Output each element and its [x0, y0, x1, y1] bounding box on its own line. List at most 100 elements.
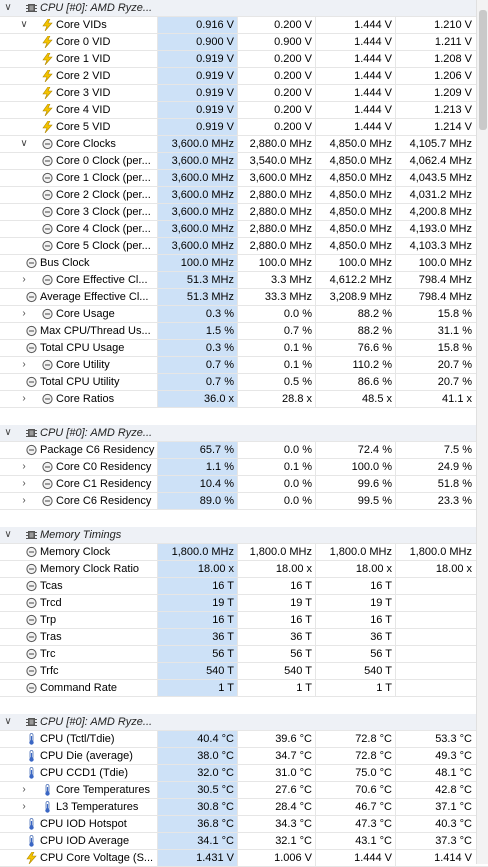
avg-value: [395, 527, 475, 543]
sensor-row[interactable]: › Core Effective Cl... 51.3 MHz 3.3 MHz 4,61…: [0, 272, 488, 289]
clock-icon: [26, 325, 37, 337]
sensor-row[interactable]: Core 4 VID 0.919 V 0.200 V 1.444 V 1.213 V: [0, 102, 488, 119]
avg-value: 24.9 %: [395, 459, 475, 475]
collapse-chevron-icon[interactable]: ∨: [3, 425, 13, 441]
avg-value: 53.3 °C: [395, 731, 475, 747]
sensor-row[interactable]: Core 2 Clock (per... 3,600.0 MHz 2,880.0 M…: [0, 187, 488, 204]
sensor-row[interactable]: › Core C0 Residency 1.1 % 0.1 % 100.0 % 24.9 …: [0, 459, 488, 476]
sensor-label: Core Temperatures: [56, 784, 150, 796]
collapse-chevron-icon[interactable]: ∨: [19, 136, 29, 152]
sensor-row[interactable]: Core 3 VID 0.919 V 0.200 V 1.444 V 1.209 V: [0, 85, 488, 102]
expand-chevron-icon[interactable]: ›: [19, 306, 29, 322]
expand-chevron-icon[interactable]: ›: [19, 357, 29, 373]
sensor-row[interactable]: Total CPU Utility 0.7 % 0.5 % 86.6 % 20.7 %: [0, 374, 488, 391]
sensor-row[interactable]: › Core Usage 0.3 % 0.0 % 88.2 % 15.8 %: [0, 306, 488, 323]
sensor-row[interactable]: Core 5 Clock (per... 3,600.0 MHz 2,880.0 M…: [0, 238, 488, 255]
sensor-row[interactable]: Core 1 VID 0.919 V 0.200 V 1.444 V 1.208 V: [0, 51, 488, 68]
avg-value: 1,800.0 MHz: [395, 544, 475, 560]
collapse-chevron-icon[interactable]: ∨: [19, 17, 29, 33]
sensor-row[interactable]: › Core Ratios 36.0 x 28.8 x 48.5 x 41.1 x: [0, 391, 488, 408]
expand-chevron-icon[interactable]: ›: [19, 391, 29, 407]
sensor-row[interactable]: › Core C6 Residency 89.0 % 0.0 % 99.5 % 23.3 …: [0, 493, 488, 510]
sensor-row[interactable]: Core 0 Clock (per... 3,600.0 MHz 3,540.0 M…: [0, 153, 488, 170]
sensor-name-cell: Core 5 Clock (per...: [0, 238, 157, 254]
expand-chevron-icon[interactable]: ›: [19, 272, 29, 288]
sensor-row[interactable]: Trc 56 T 56 T 56 T: [0, 646, 488, 663]
sensor-label: Core 4 VID: [56, 104, 111, 116]
voltage-icon: [42, 86, 53, 100]
max-value: 1.444 V: [315, 85, 395, 101]
sensor-row[interactable]: › Core C1 Residency 10.4 % 0.0 % 99.6 % 51.8 …: [0, 476, 488, 493]
sensor-row[interactable]: ∨ Core VIDs 0.916 V 0.200 V 1.444 V 1.210 V: [0, 17, 488, 34]
sensor-row[interactable]: Trfc 540 T 540 T 540 T: [0, 663, 488, 680]
sensor-row[interactable]: ∨ Core Clocks 3,600.0 MHz 2,880.0 MHz 4,850.…: [0, 136, 488, 153]
sensor-row[interactable]: › L3 Temperatures 30.8 °C 28.4 °C 46.7 °C 37.…: [0, 799, 488, 816]
sensor-row[interactable]: CPU Core Voltage (S... 1.431 V 1.006 V 1.44…: [0, 850, 488, 867]
clock-icon: [42, 308, 53, 320]
sensor-row[interactable]: Core 0 VID 0.900 V 0.900 V 1.444 V 1.211 V: [0, 34, 488, 51]
sensor-row[interactable]: Memory Clock 1,800.0 MHz 1,800.0 MHz 1,800.…: [0, 544, 488, 561]
sensor-label: Core VIDs: [56, 19, 107, 31]
sensor-row[interactable]: Tras 36 T 36 T 36 T: [0, 629, 488, 646]
current-value: 40.4 °C: [157, 731, 237, 747]
max-value: 47.3 °C: [315, 816, 395, 832]
max-value: 76.6 %: [315, 340, 395, 356]
collapse-chevron-icon[interactable]: ∨: [3, 527, 13, 543]
sensor-row[interactable]: Memory Clock Ratio 18.00 x 18.00 x 18.00 x1…: [0, 561, 488, 578]
expand-chevron-icon[interactable]: ›: [19, 493, 29, 509]
avg-value: 100.0 MHz: [395, 255, 475, 271]
avg-value: [395, 714, 475, 730]
sensor-group-header[interactable]: ∨ CPU [#0]: AMD Ryze...: [0, 714, 488, 731]
sensor-row[interactable]: Trcd 19 T 19 T 19 T: [0, 595, 488, 612]
sensor-row[interactable]: Average Effective Cl... 51.3 MHz 33.3 MHz 3…: [0, 289, 488, 306]
expand-chevron-icon[interactable]: ›: [19, 476, 29, 492]
sensor-row[interactable]: Max CPU/Thread Us... 1.5 % 0.7 % 88.2 % 31.1…: [0, 323, 488, 340]
clock-icon: [42, 138, 53, 150]
sensor-row[interactable]: Core 1 Clock (per... 3,600.0 MHz 3,600.0 M…: [0, 170, 488, 187]
current-value: 34.1 °C: [157, 833, 237, 849]
sensor-row[interactable]: Trp 16 T 16 T 16 T: [0, 612, 488, 629]
sensor-row[interactable]: › Core Utility 0.7 % 0.1 % 110.2 % 20.7 %: [0, 357, 488, 374]
min-value: 2,880.0 MHz: [237, 136, 315, 152]
sensor-row[interactable]: Core 3 Clock (per... 3,600.0 MHz 2,880.0 M…: [0, 204, 488, 221]
sensor-name-cell: › Core C6 Residency: [0, 493, 157, 509]
sensor-group-header[interactable]: ∨ CPU [#0]: AMD Ryze...: [0, 425, 488, 442]
current-value: 0.919 V: [157, 119, 237, 135]
expand-chevron-icon[interactable]: ›: [19, 799, 29, 815]
max-value: 1.444 V: [315, 34, 395, 50]
sensor-label: CPU [#0]: AMD Ryze...: [40, 2, 153, 14]
clock-icon: [26, 546, 37, 558]
sensor-row[interactable]: Tcas 16 T 16 T 16 T: [0, 578, 488, 595]
max-value: 16 T: [315, 612, 395, 628]
collapse-chevron-icon[interactable]: ∨: [3, 0, 13, 16]
vertical-scrollbar[interactable]: [476, 0, 488, 864]
scrollbar-thumb[interactable]: [479, 10, 487, 130]
sensor-label: Core 5 VID: [56, 121, 111, 133]
sensor-name-cell: ∨ CPU [#0]: AMD Ryze...: [0, 425, 157, 441]
collapse-chevron-icon[interactable]: ∨: [3, 714, 13, 730]
sensor-group-header[interactable]: ∨ Memory Timings: [0, 527, 488, 544]
max-value: 4,850.0 MHz: [315, 238, 395, 254]
max-value: 72.4 %: [315, 442, 395, 458]
sensor-group-header[interactable]: ∨ CPU [#0]: AMD Ryze...: [0, 0, 488, 17]
expand-chevron-icon[interactable]: ›: [19, 782, 29, 798]
sensor-row[interactable]: Total CPU Usage 0.3 % 0.1 % 76.6 % 15.8 %: [0, 340, 488, 357]
sensor-row[interactable]: › Core Temperatures 30.5 °C 27.6 °C 70.6 °C 4…: [0, 782, 488, 799]
sensor-row[interactable]: Package C6 Residency 65.7 % 0.0 % 72.4 % 7.5…: [0, 442, 488, 459]
sensor-row[interactable]: CPU IOD Average 34.1 °C 32.1 °C 43.1 °C 37.3…: [0, 833, 488, 850]
expand-chevron-icon[interactable]: ›: [19, 459, 29, 475]
sensor-row[interactable]: Core 4 Clock (per... 3,600.0 MHz 2,880.0 M…: [0, 221, 488, 238]
sensor-row[interactable]: Bus Clock 100.0 MHz 100.0 MHz 100.0 MHz 100.…: [0, 255, 488, 272]
sensor-row[interactable]: CPU CCD1 (Tdie) 32.0 °C 31.0 °C 75.0 °C 48.1…: [0, 765, 488, 782]
sensor-row[interactable]: CPU IOD Hotspot 36.8 °C 34.3 °C 47.3 °C 40.3…: [0, 816, 488, 833]
max-value: 1,800.0 MHz: [315, 544, 395, 560]
sensor-label: Core Utility: [56, 359, 110, 371]
sensor-row[interactable]: CPU (Tctl/Tdie) 40.4 °C 39.6 °C 72.8 °C 53.3…: [0, 731, 488, 748]
sensor-row[interactable]: Core 2 VID 0.919 V 0.200 V 1.444 V 1.206 V: [0, 68, 488, 85]
sensor-row[interactable]: Core 5 VID 0.919 V 0.200 V 1.444 V 1.214 V: [0, 119, 488, 136]
sensor-label: CPU IOD Hotspot: [40, 818, 127, 830]
avg-value: 15.8 %: [395, 340, 475, 356]
sensor-row[interactable]: CPU Die (average) 38.0 °C 34.7 °C 72.8 °C 49…: [0, 748, 488, 765]
sensor-row[interactable]: Command Rate 1 T1 T1 T: [0, 680, 488, 697]
max-value: 72.8 °C: [315, 748, 395, 764]
